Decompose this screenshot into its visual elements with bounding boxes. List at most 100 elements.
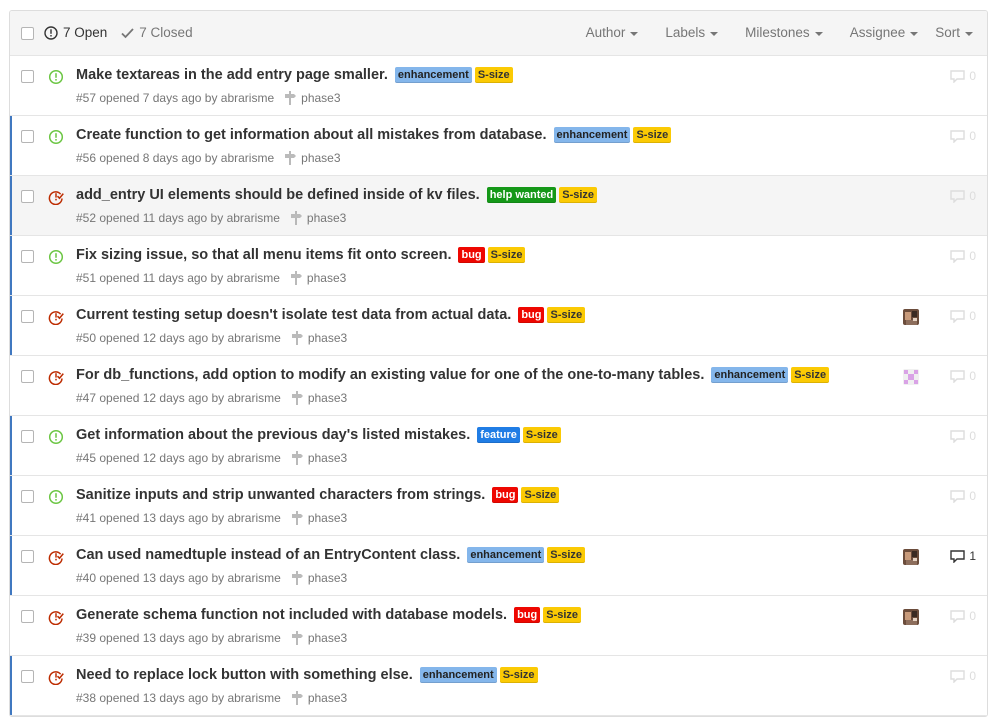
issue-milestone[interactable]: phase3 [284,151,341,165]
labels-filter[interactable]: Labels [665,25,719,40]
issue-label[interactable]: enhancement [711,367,789,383]
issue-label[interactable]: S-size [499,667,538,683]
issue-title-link[interactable]: Can used namedtuple instead of an EntryC… [76,547,460,563]
issue-comments-link[interactable]: 0 [950,669,976,683]
assignee-avatar[interactable] [903,369,919,385]
issue-label[interactable]: S-size [522,427,561,443]
issue-checkbox[interactable] [21,310,34,323]
issue-label[interactable]: S-size [543,607,582,623]
sort-filter-label: Sort [935,25,960,40]
issue-comments-link[interactable]: 0 [950,609,976,623]
issue-title-link[interactable]: Create function to get information about… [76,127,547,143]
issue-row[interactable]: Fix sizing issue, so that all menu items… [10,236,987,296]
issue-comments-link[interactable]: 0 [950,429,976,443]
issue-milestone[interactable]: phase3 [291,451,347,465]
issue-label[interactable]: S-size [547,547,586,563]
issue-checkbox[interactable] [21,190,34,203]
state-filter: 7 Open 7 Closed [44,25,207,40]
issue-milestone[interactable]: phase3 [291,571,347,585]
author-filter-label: Author [585,25,626,40]
issue-checkbox[interactable] [21,70,34,83]
issue-label[interactable]: bug [514,607,541,623]
issue-comments-link[interactable]: 0 [950,489,976,503]
issue-meta-text: #45 opened 12 days ago by abrarisme [76,451,281,465]
issue-checkbox[interactable] [21,370,34,383]
issue-row[interactable]: Can used namedtuple instead of an EntryC… [10,536,987,596]
issue-milestone[interactable]: phase3 [291,391,347,405]
issue-meta-text: #51 opened 11 days ago by abrarisme [76,271,280,285]
assignee-filter[interactable]: Assignee [850,25,919,40]
issue-comments-link[interactable]: 1 [950,549,976,563]
issue-title-link[interactable]: For db_functions, add option to modify a… [76,367,704,383]
issue-milestone[interactable]: phase3 [290,211,346,225]
issue-label[interactable]: enhancement [394,67,472,83]
issue-title-link[interactable]: Current testing setup doesn't isolate te… [76,307,511,323]
assignee-avatar[interactable] [903,549,919,565]
issue-checkbox[interactable] [21,250,34,263]
issue-label[interactable]: S-size [633,127,672,143]
issue-row[interactable]: Create function to get information about… [10,116,987,176]
issue-milestone[interactable]: phase3 [284,91,341,105]
issue-label[interactable]: help wanted [486,187,557,203]
issue-meta: #52 opened 11 days ago by abrarisme phase… [76,211,346,225]
issue-title-link[interactable]: Make textareas in the add entry page sma… [76,67,388,83]
issue-checkbox[interactable] [21,610,34,623]
issue-label[interactable]: S-size [487,247,526,263]
issue-title-link[interactable]: Need to replace lock button with somethi… [76,667,413,683]
issue-comments-link[interactable]: 0 [950,189,976,203]
issue-title-link[interactable]: Generate schema function not included wi… [76,607,507,623]
check-icon [121,27,134,38]
issue-milestone[interactable]: phase3 [290,271,346,285]
issue-label[interactable]: bug [492,487,519,503]
issue-comments-link[interactable]: 0 [950,69,976,83]
issue-label[interactable]: enhancement [553,127,631,143]
issue-milestone[interactable]: phase3 [291,511,347,525]
issue-row[interactable]: Sanitize inputs and strip unwanted chara… [10,476,987,536]
issue-label[interactable]: feature [477,427,520,443]
issue-checkbox[interactable] [21,490,34,503]
issue-row[interactable]: Make textareas in the add entry page sma… [10,56,987,116]
issue-comments-link[interactable]: 0 [950,249,976,263]
assignee-avatar[interactable] [903,609,919,625]
issue-title-link[interactable]: Fix sizing issue, so that all menu items… [76,247,451,263]
issue-label[interactable]: S-size [474,67,513,83]
closed-issues-link[interactable]: 7 Closed [121,25,193,40]
issue-row[interactable]: For db_functions, add option to modify a… [10,356,987,416]
issue-checkbox[interactable] [21,130,34,143]
issue-label[interactable]: S-size [521,487,560,503]
issue-title-link[interactable]: Sanitize inputs and strip unwanted chara… [76,487,485,503]
issue-title-link[interactable]: add_entry UI elements should be defined … [76,187,480,203]
issue-comments-link[interactable]: 0 [950,369,976,383]
author-filter[interactable]: Author [586,25,639,40]
issue-meta: #45 opened 12 days ago by abrarisme phase… [76,451,347,465]
assignee-avatar[interactable] [903,309,919,325]
milestones-filter[interactable]: Milestones [745,25,823,40]
issue-milestone[interactable]: phase3 [291,691,347,705]
issue-label[interactable]: enhancement [467,547,545,563]
issue-comments-link[interactable]: 0 [950,129,976,143]
issue-row[interactable]: Current testing setup doesn't isolate te… [10,296,987,356]
issue-label[interactable]: S-size [547,307,586,323]
issue-comments-link[interactable]: 0 [950,309,976,323]
issue-milestone[interactable]: phase3 [291,631,347,645]
issue-label[interactable]: bug [518,307,545,323]
issue-title-line: Sanitize inputs and strip unwanted chara… [76,487,562,503]
issue-title-link[interactable]: Get information about the previous day's… [76,427,470,443]
issue-label[interactable]: bug [458,247,485,263]
issue-row[interactable]: Need to replace lock button with somethi… [10,656,987,716]
issue-row[interactable]: Generate schema function not included wi… [10,596,987,656]
issue-checkbox[interactable] [21,430,34,443]
issue-label[interactable]: enhancement [419,667,497,683]
issue-checkbox[interactable] [21,550,34,563]
issue-row[interactable]: add_entry UI elements should be defined … [10,176,987,236]
open-issues-link[interactable]: 7 Open [44,25,107,40]
milestone-icon [285,91,297,105]
sort-filter[interactable]: Sort [935,25,973,40]
issue-label[interactable]: S-size [791,367,830,383]
issue-opened-icon [48,489,64,505]
issue-milestone[interactable]: phase3 [291,331,347,345]
issue-checkbox[interactable] [21,670,34,683]
issue-row[interactable]: Get information about the previous day's… [10,416,987,476]
issue-label[interactable]: S-size [559,187,598,203]
select-all-checkbox[interactable] [21,27,34,40]
